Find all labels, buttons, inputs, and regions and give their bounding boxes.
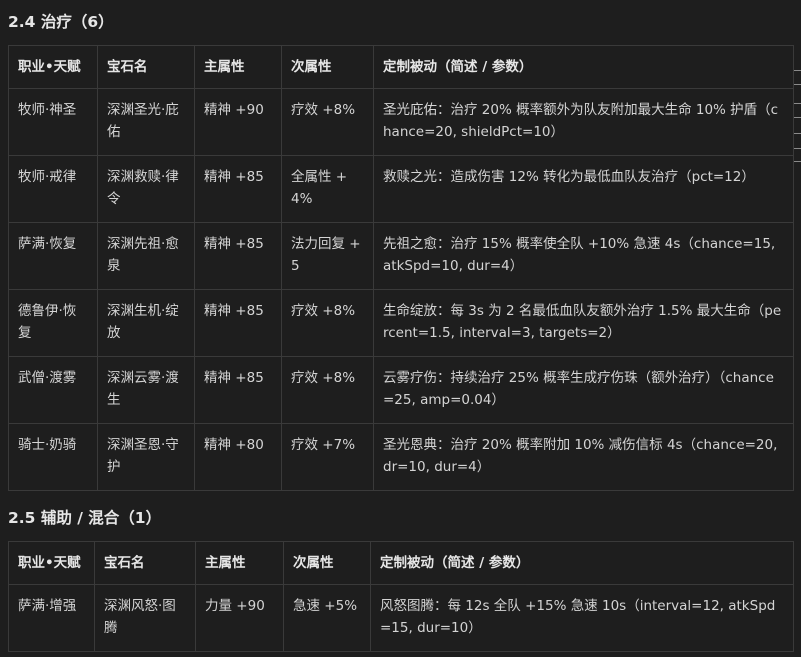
cell-primary-stat: 精神 +85 <box>194 289 282 357</box>
section-title-aux: 2.5 辅助 / 混合（1） <box>8 509 162 527</box>
cell-gem-name: 深渊救赎·律令 <box>97 155 195 223</box>
cell-secondary-stat: 全属性 +4% <box>281 155 374 223</box>
table-row: 牧师·戒律 深渊救赎·律令 精神 +85 全属性 +4% 救赎之光：造成伤害 1… <box>8 155 794 223</box>
cell-primary-stat: 精神 +80 <box>194 423 282 491</box>
cell-primary-stat: 精神 +85 <box>194 222 282 290</box>
cell-custom-passive: 风怒图腾：每 12s 全队 +15% 急速 10s（interval=12, a… <box>370 584 794 652</box>
cell-gem-name: 深渊云雾·渡生 <box>97 356 195 424</box>
cell-class-spec: 牧师·戒律 <box>8 155 98 223</box>
cell-secondary-stat: 急速 +5% <box>283 584 371 652</box>
cell-class-spec: 骑士·奶骑 <box>8 423 98 491</box>
table-header-row: 职业•天赋 宝石名 主属性 次属性 定制被动（简述 / 参数） <box>8 541 794 585</box>
cell-secondary-stat: 疗效 +8% <box>281 356 374 424</box>
cell-custom-passive: 生命绽放：每 3s 为 2 名最低血队友额外治疗 1.5% 最大生命（perce… <box>373 289 794 357</box>
table-row: 德鲁伊·恢复 深渊生机·绽放 精神 +85 疗效 +8% 生命绽放：每 3s 为… <box>8 289 794 357</box>
heal-table: 职业•天赋 宝石名 主属性 次属性 定制被动（简述 / 参数） 牧师·神圣 深渊… <box>8 45 794 491</box>
document-page: 2.4 治疗（6） 职业•天赋 宝石名 主属性 次属性 定制被动（简述 / 参数… <box>0 0 801 657</box>
cell-class-spec: 德鲁伊·恢复 <box>8 289 98 357</box>
cell-primary-stat: 精神 +85 <box>194 356 282 424</box>
table-header-row: 职业•天赋 宝石名 主属性 次属性 定制被动（简述 / 参数） <box>8 45 794 89</box>
header-primary-stat: 主属性 <box>195 541 284 585</box>
cell-primary-stat: 精神 +90 <box>194 88 282 156</box>
cell-primary-stat: 精神 +85 <box>194 155 282 223</box>
section-title-heal: 2.4 治疗（6） <box>8 13 114 31</box>
header-gem-name: 宝石名 <box>97 45 195 89</box>
cell-gem-name: 深渊风怒·图腾 <box>94 584 196 652</box>
cell-secondary-stat: 疗效 +8% <box>281 289 374 357</box>
cell-class-spec: 武僧·渡雾 <box>8 356 98 424</box>
cell-custom-passive: 先祖之愈：治疗 15% 概率使全队 +10% 急速 4s（chance=15, … <box>373 222 794 290</box>
cell-custom-passive: 圣光恩典：治疗 20% 概率附加 10% 减伤信标 4s（chance=20, … <box>373 423 794 491</box>
header-primary-stat: 主属性 <box>194 45 282 89</box>
header-class-spec: 职业•天赋 <box>8 45 98 89</box>
header-class-spec: 职业•天赋 <box>8 541 95 585</box>
cell-gem-name: 深渊生机·绽放 <box>97 289 195 357</box>
cell-secondary-stat: 法力回复 +5 <box>281 222 374 290</box>
table-row: 武僧·渡雾 深渊云雾·渡生 精神 +85 疗效 +8% 云雾疗伤：持续治疗 25… <box>8 356 794 424</box>
cell-gem-name: 深渊圣光·庇佑 <box>97 88 195 156</box>
cell-class-spec: 萨满·增强 <box>8 584 95 652</box>
header-custom-passive: 定制被动（简述 / 参数） <box>373 45 794 89</box>
cell-class-spec: 牧师·神圣 <box>8 88 98 156</box>
aux-table: 职业•天赋 宝石名 主属性 次属性 定制被动（简述 / 参数） 萨满·增强 深渊… <box>8 541 794 652</box>
table-row: 牧师·神圣 深渊圣光·庇佑 精神 +90 疗效 +8% 圣光庇佑：治疗 20% … <box>8 88 794 156</box>
header-secondary-stat: 次属性 <box>281 45 374 89</box>
header-custom-passive: 定制被动（简述 / 参数） <box>370 541 794 585</box>
cell-gem-name: 深渊圣恩·守护 <box>97 423 195 491</box>
table-row: 萨满·增强 深渊风怒·图腾 力量 +90 急速 +5% 风怒图腾：每 12s 全… <box>8 584 794 652</box>
cell-secondary-stat: 疗效 +8% <box>281 88 374 156</box>
cell-custom-passive: 云雾疗伤：持续治疗 25% 概率生成疗伤珠（额外治疗）（chance=25, a… <box>373 356 794 424</box>
cell-class-spec: 萨满·恢复 <box>8 222 98 290</box>
cell-custom-passive: 圣光庇佑：治疗 20% 概率额外为队友附加最大生命 10% 护盾（chance=… <box>373 88 794 156</box>
table-row: 萨满·恢复 深渊先祖·愈泉 精神 +85 法力回复 +5 先祖之愈：治疗 15%… <box>8 222 794 290</box>
table-row: 骑士·奶骑 深渊圣恩·守护 精神 +80 疗效 +7% 圣光恩典：治疗 20% … <box>8 423 794 491</box>
header-gem-name: 宝石名 <box>94 541 196 585</box>
cell-primary-stat: 力量 +90 <box>195 584 284 652</box>
cell-gem-name: 深渊先祖·愈泉 <box>97 222 195 290</box>
cell-custom-passive: 救赎之光：造成伤害 12% 转化为最低血队友治疗（pct=12） <box>373 155 794 223</box>
header-secondary-stat: 次属性 <box>283 541 371 585</box>
cell-secondary-stat: 疗效 +7% <box>281 423 374 491</box>
